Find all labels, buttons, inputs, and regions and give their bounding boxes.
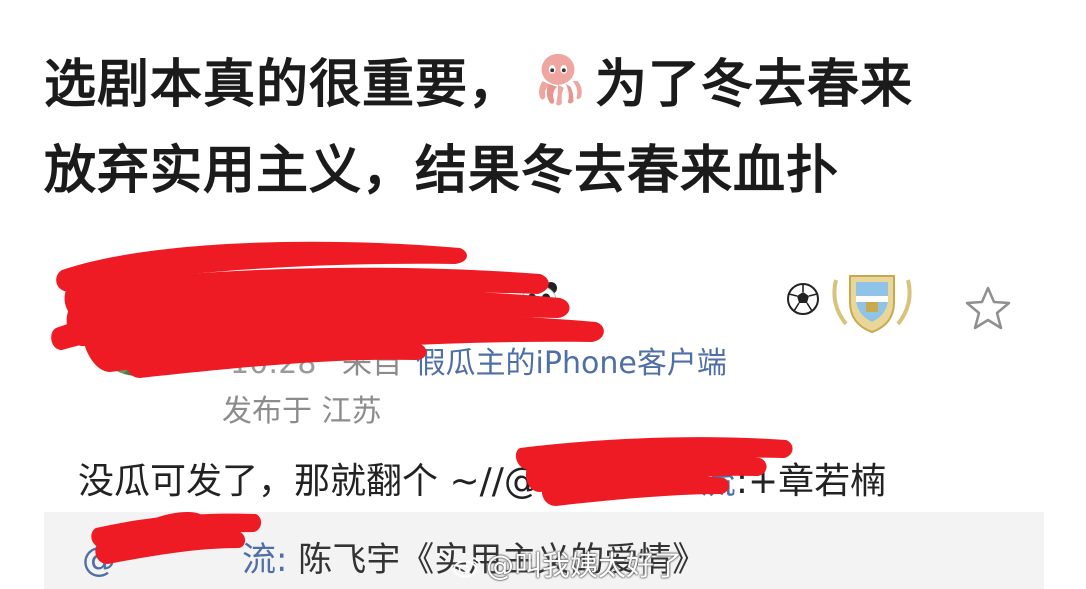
caption: 选剧本真的很重要， 为了冬去春来 放弃实用主义，结果冬去春来血扑 [44, 42, 1054, 214]
watermark-text: @叫我姨太好了 [486, 549, 683, 582]
post-client-link[interactable]: 假瓜主的iPhone客户端 [416, 346, 727, 381]
repost-user-link[interactable]: 流 [700, 461, 736, 502]
weibo-logo-icon [453, 557, 481, 578]
team-badge-icon [832, 275, 912, 334]
caption-line-1: 选剧本真的很重要， 为了冬去春来 [44, 42, 1054, 128]
vip-badge [430, 296, 502, 320]
repost-at-sign[interactable]: @ [82, 540, 116, 580]
repost-colon: : [276, 540, 299, 580]
watermark: @叫我姨太好了 [452, 544, 682, 584]
repost-user-link[interactable]: 流 [242, 540, 276, 580]
caption-text-part-1: 选剧本真的很重要， [44, 55, 522, 115]
avatar-pattern [90, 280, 186, 376]
post-text-start: 没瓜可发了，那就翻个 ~//@ [78, 461, 540, 502]
octopus-emoji-icon [539, 53, 582, 106]
football-icon [787, 283, 819, 315]
caption-line-2: 放弃实用主义，结果冬去春来血扑 [44, 141, 840, 201]
post-text: 没瓜可发了，那就翻个 ~//@ 流:+章若楠 [78, 452, 886, 504]
post-text-end: :+章若楠 [735, 461, 887, 502]
post-from-label: 来自 [342, 346, 403, 381]
panda-badge-icon [521, 282, 557, 315]
post-meta: 10:28 来自 假瓜主的iPhone客户端 [230, 338, 727, 382]
post-location: 发布于 江苏 [222, 394, 382, 429]
avatar[interactable] [90, 280, 186, 376]
screenshot-page: 选剧本真的很重要， 为了冬去春来 放弃实用主义，结果冬去春来血扑 10:28 来… [0, 0, 1086, 589]
star-icon[interactable] [962, 284, 1014, 332]
post-time: 10:28 [230, 346, 317, 381]
caption-text-part-2: 为了冬去春来 [595, 55, 914, 115]
